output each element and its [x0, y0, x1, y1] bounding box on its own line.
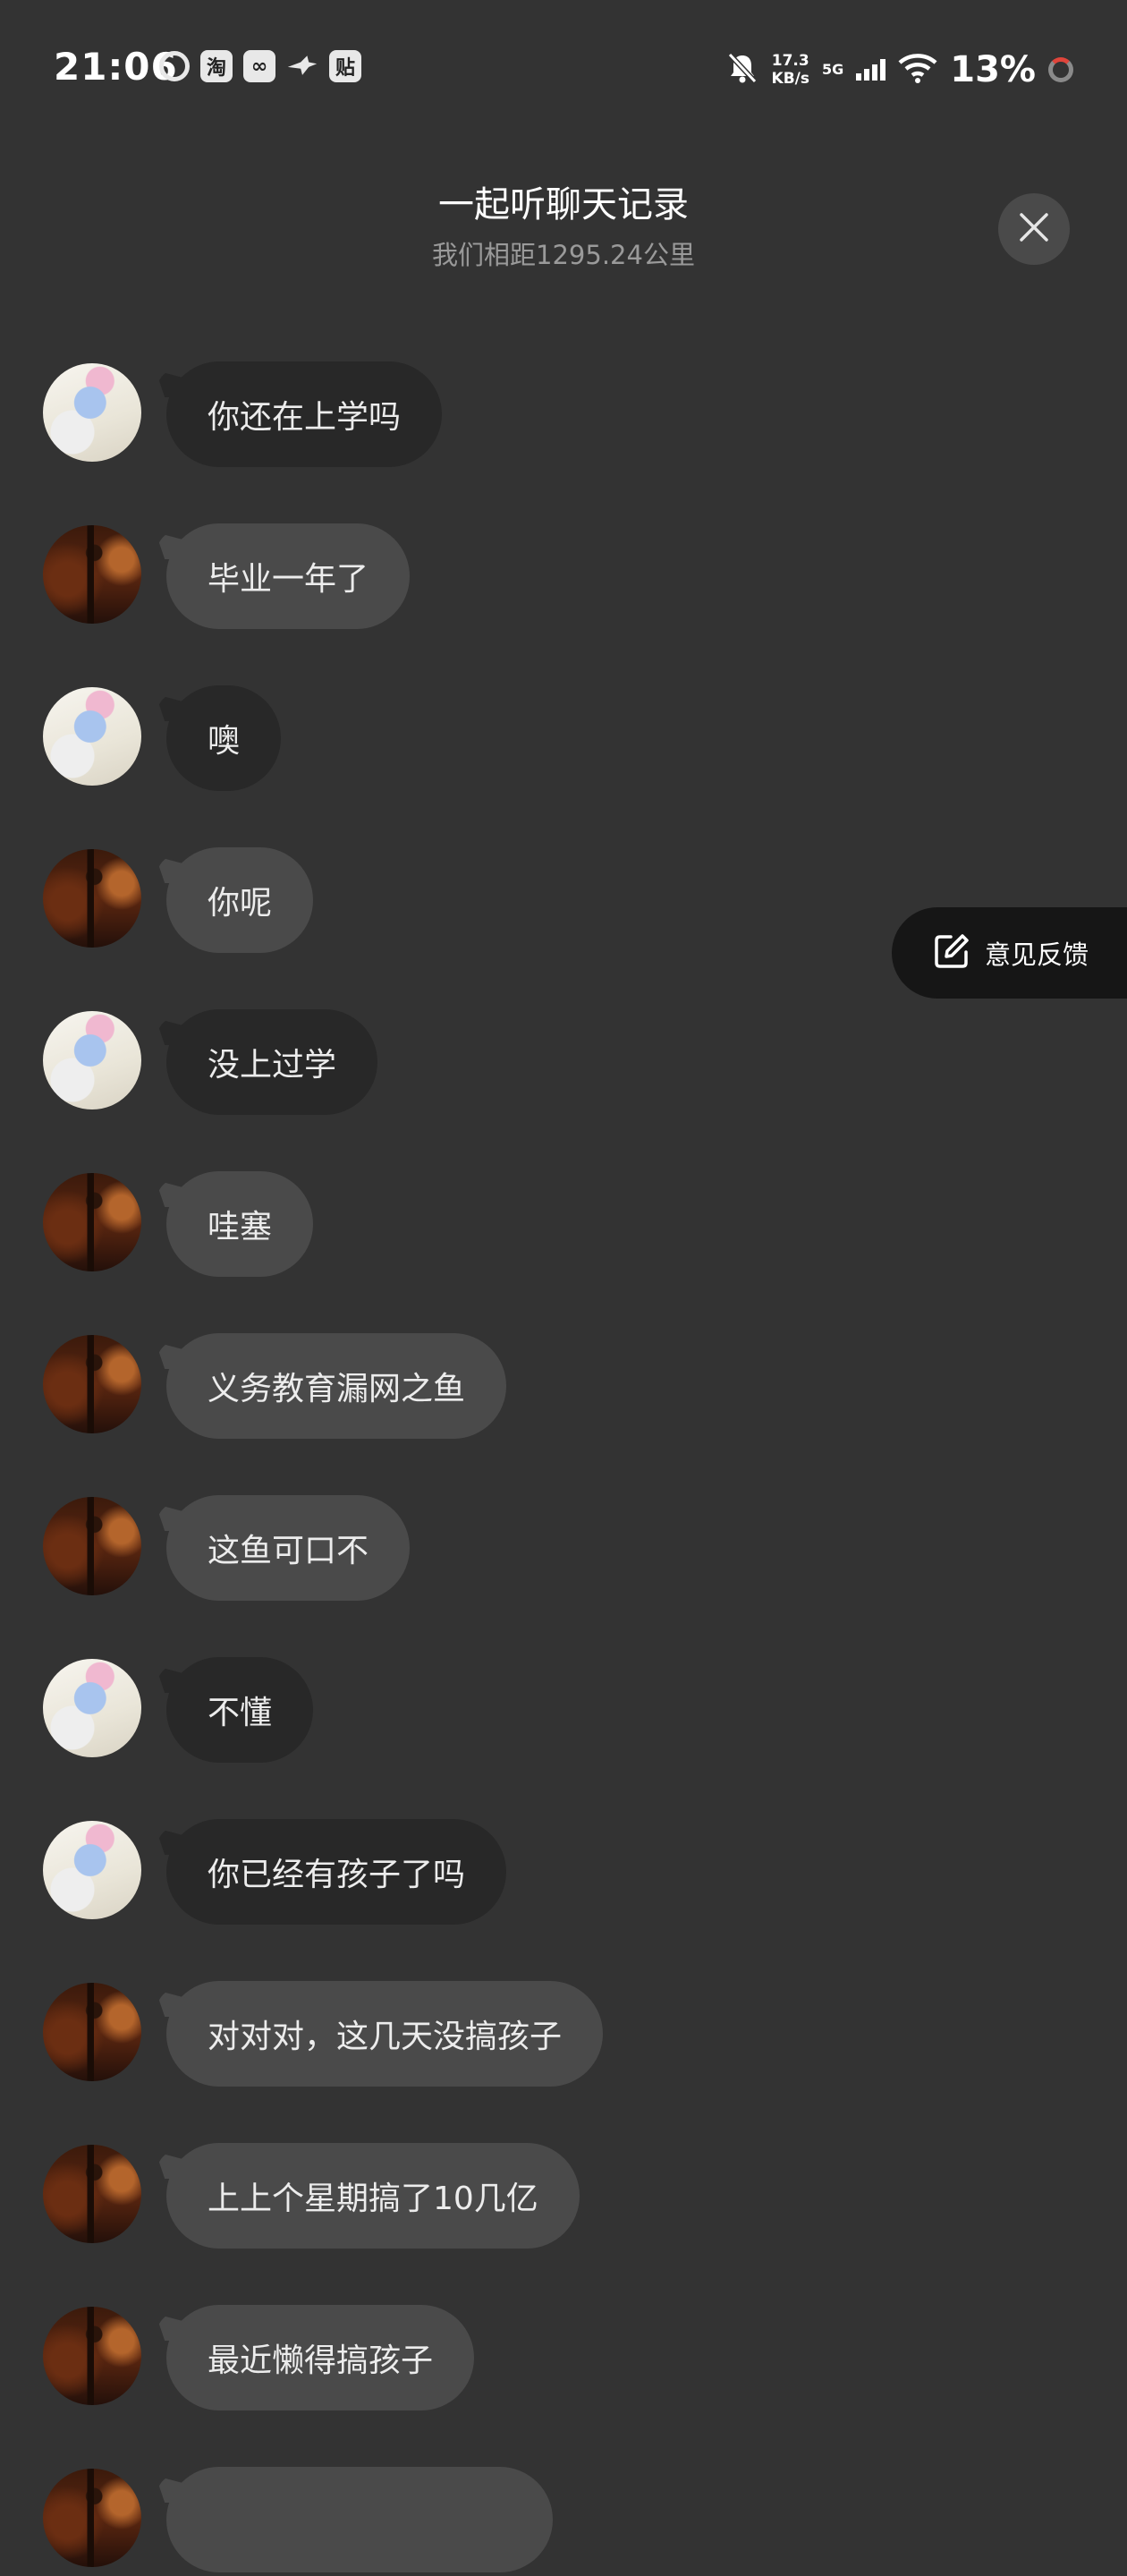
avatar[interactable]	[43, 687, 141, 786]
avatar[interactable]	[43, 1659, 141, 1757]
edit-icon	[933, 932, 970, 973]
message-bubble: 没上过学	[166, 1009, 378, 1115]
feedback-button[interactable]: 意见反馈	[892, 907, 1127, 999]
chat-history[interactable]: 你还在上学吗 毕业一年了 噢 你呢 没上过学 哇塞 义务教育漏网之鱼 这鱼可口不…	[0, 0, 1127, 2572]
message-bubble: 最近懒得搞孩子	[166, 2305, 475, 2410]
avatar[interactable]	[43, 363, 141, 462]
avatar[interactable]	[43, 2145, 141, 2243]
avatar[interactable]	[43, 2469, 141, 2567]
avatar[interactable]	[43, 1983, 141, 2081]
message-bubble: 你已经有孩子了吗	[166, 1819, 507, 1925]
avatar[interactable]	[43, 1173, 141, 1271]
message-bubble: 这鱼可口不	[166, 1495, 411, 1601]
avatar[interactable]	[43, 1821, 141, 1919]
avatar[interactable]	[43, 2307, 141, 2405]
message-bubble: 哇塞	[166, 1171, 314, 1277]
avatar[interactable]	[43, 849, 141, 948]
message-bubble: 对对对，这几天没搞孩子	[166, 1981, 604, 2087]
avatar[interactable]	[43, 1497, 141, 1595]
message-bubble: 义务教育漏网之鱼	[166, 1333, 507, 1439]
message-bubble: 上上个星期搞了10几亿	[166, 2143, 580, 2249]
message-bubble: 你还在上学吗	[166, 361, 443, 467]
feedback-label: 意见反馈	[985, 939, 1089, 970]
message-bubble: 你呢	[166, 847, 314, 953]
message-bubble	[166, 2467, 553, 2572]
avatar[interactable]	[43, 1335, 141, 1433]
message-bubble: 毕业一年了	[166, 523, 411, 629]
avatar[interactable]	[43, 525, 141, 624]
message-bubble: 不懂	[166, 1657, 314, 1763]
avatar[interactable]	[43, 1011, 141, 1109]
message-bubble: 噢	[166, 685, 282, 791]
